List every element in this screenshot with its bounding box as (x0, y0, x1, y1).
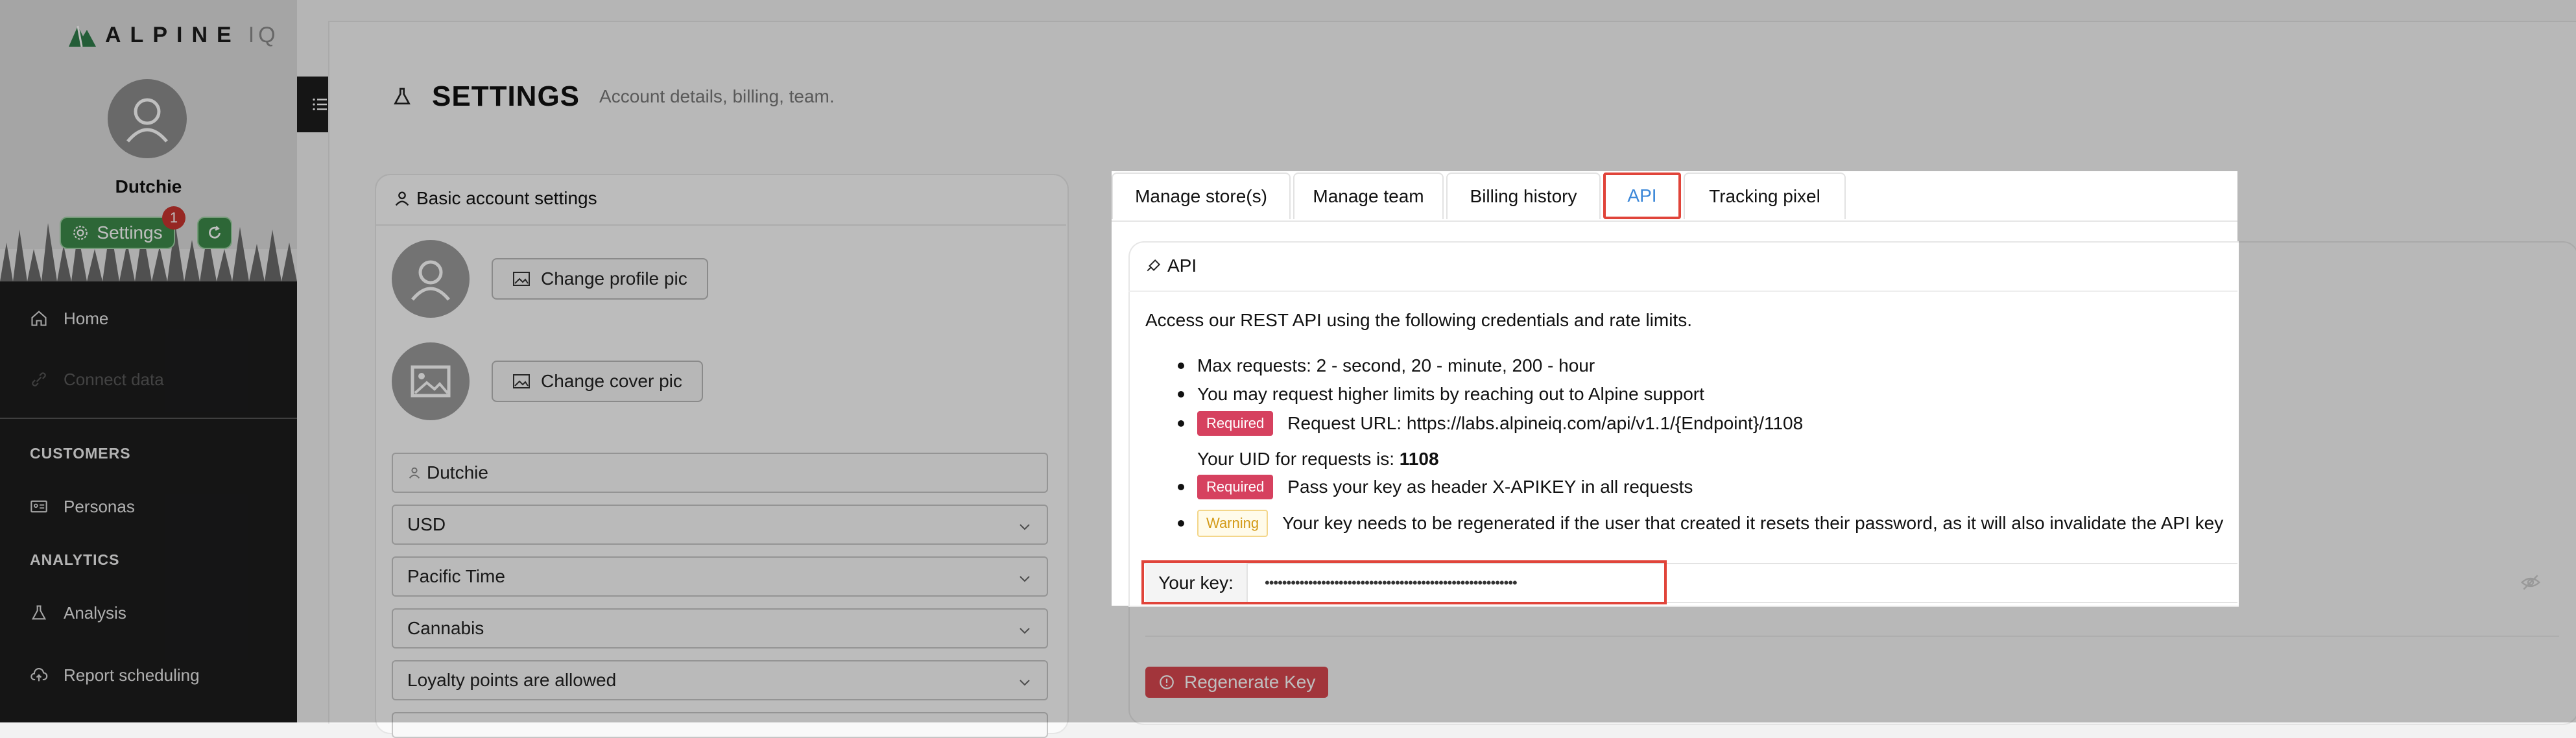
required-badge: Required (1197, 475, 1274, 499)
settings-tabs: Manage store(s) Manage team Billing hist… (1112, 173, 1848, 220)
list-item-max-requests: Max requests: 2 - second, 20 - minute, 2… (1177, 355, 1595, 376)
eye-slash-icon[interactable] (2520, 572, 2541, 593)
tab-manage-stores[interactable]: Manage store(s) (1112, 173, 1291, 219)
list-item-text: Request URL: https://labs.alpineiq.com/a… (1287, 413, 1804, 433)
uid-line: Your UID for requests is: 1108 (1197, 449, 1439, 470)
tab-manage-team[interactable]: Manage team (1293, 173, 1444, 219)
api-description: Access our REST API using the following … (1145, 310, 1692, 330)
list-item-text: Your key needs to be regenerated if the … (1282, 513, 2224, 533)
list-item-request-url: Required Request URL: https://labs.alpin… (1177, 411, 1804, 436)
list-item-text: Pass your key as header X-APIKEY in all … (1287, 477, 1693, 497)
divider (1128, 291, 2237, 292)
required-badge: Required (1197, 411, 1274, 436)
list-item-text: You may request higher limits by reachin… (1197, 384, 1704, 404)
plug-icon (1147, 259, 1161, 272)
tab-tracking-pixel[interactable]: Tracking pixel (1684, 173, 1846, 219)
api-title: API (1167, 256, 1197, 276)
api-key-highlight (1141, 560, 1667, 604)
list-item-pass-key: Required Pass your key as header X-APIKE… (1177, 475, 1693, 499)
list-item-higher-limits: You may request higher limits by reachin… (1178, 384, 1704, 405)
tab-api[interactable]: API (1603, 173, 1681, 219)
list-item-warning: Warning Your key needs to be regenerated… (1177, 510, 2224, 537)
list-item-text: Max requests: 2 - second, 20 - minute, 2… (1197, 355, 1595, 375)
warning-badge: Warning (1197, 510, 1269, 537)
tabs-divider (1112, 220, 2237, 222)
tab-billing-history[interactable]: Billing history (1446, 173, 1601, 219)
api-panel-header: API (1145, 256, 1197, 276)
uid-label: Your UID for requests is: (1197, 449, 1394, 469)
uid-value: 1108 (1399, 449, 1439, 469)
